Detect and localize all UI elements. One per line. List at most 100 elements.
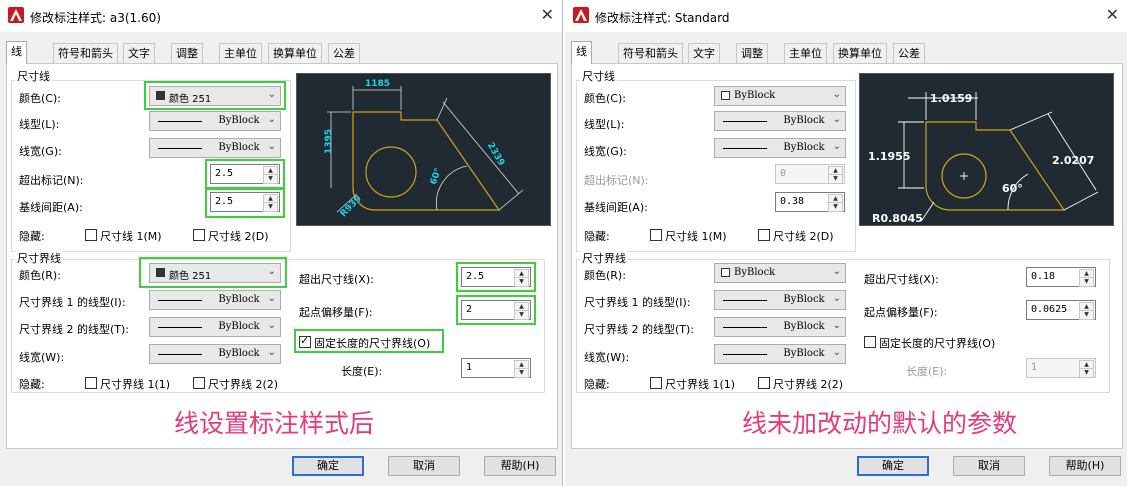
color-swatch xyxy=(721,91,730,100)
fixed-length-value: 1 xyxy=(1031,362,1038,373)
suppress-dim-line-1-checkbox[interactable]: 尺寸线 1(M) xyxy=(650,228,727,244)
chevron-down-icon: ⌄ xyxy=(832,89,841,100)
suppress-ext-line-2-checkbox[interactable]: 尺寸界线 2(2) xyxy=(193,376,278,392)
spin-down-icon[interactable]: ▼ xyxy=(828,174,843,184)
help-button[interactable]: 帮助(H) xyxy=(1049,456,1121,476)
extend-beyond-label: 超出尺寸线(X): xyxy=(864,273,939,286)
tab-symbols-arrows[interactable]: 符号和箭头 xyxy=(618,43,683,63)
dim-linetype-select[interactable]: ByBlock ⌄ xyxy=(714,111,846,131)
ext-linetype-2-select[interactable]: ByBlock ⌄ xyxy=(149,317,281,337)
chevron-down-icon: ⌄ xyxy=(832,347,841,358)
spin-down-icon[interactable]: ▼ xyxy=(1079,310,1094,320)
spin-down-icon[interactable]: ▼ xyxy=(1079,277,1094,287)
suppress-ext-line-1-checkbox[interactable]: 尺寸界线 1(1) xyxy=(85,376,170,392)
dim-lineweight-select[interactable]: ByBlock ⌄ xyxy=(714,138,846,158)
color-swatch xyxy=(156,91,165,100)
ext-color-label: 颜色(R): xyxy=(19,269,61,282)
tab-symbols-arrows[interactable]: 符号和箭头 xyxy=(53,43,118,63)
ext-lineweight-label: 线宽(W): xyxy=(584,351,630,364)
fixed-length-label: 长度(E): xyxy=(341,365,383,378)
spin-down-icon[interactable]: ▼ xyxy=(263,174,278,184)
extend-beyond-input[interactable]: 2.5 ▲ ▼ xyxy=(461,267,531,287)
color-swatch xyxy=(156,268,165,277)
spin-down-icon[interactable]: ▼ xyxy=(514,368,529,378)
close-icon[interactable]: ✕ xyxy=(1106,5,1119,24)
ok-button[interactable]: 确定 xyxy=(857,456,929,476)
line-sample xyxy=(158,327,202,328)
suppress-dim-line-1-checkbox[interactable]: 尺寸线 1(M) xyxy=(85,228,162,244)
origin-offset-input[interactable]: 2 ▲ ▼ xyxy=(461,300,531,320)
dim-color-select[interactable]: 颜色 251 ⌄ xyxy=(149,86,281,106)
tab-fit[interactable]: 调整 xyxy=(736,43,768,63)
spin-down-icon[interactable]: ▼ xyxy=(514,310,529,320)
ext-line-group-title: 尺寸界线 xyxy=(15,250,63,266)
dim-lineweight-label: 线宽(G): xyxy=(19,145,62,158)
preview-dim-right: 2.0207 xyxy=(1052,154,1094,167)
origin-offset-input[interactable]: 0.0625 ▲ ▼ xyxy=(1026,300,1096,320)
ext-linetype-1-select[interactable]: ByBlock ⌄ xyxy=(714,290,846,310)
title-bar: 修改标注样式: a3(1.60) ✕ xyxy=(0,0,562,32)
cancel-button[interactable]: 取消 xyxy=(388,456,460,476)
color-swatch xyxy=(721,268,730,277)
ext-lineweight-value: ByBlock xyxy=(218,348,260,359)
fixed-length-input[interactable]: 1 ▲ ▼ xyxy=(1026,358,1096,378)
spin-down-icon[interactable]: ▼ xyxy=(263,202,278,212)
tab-alternate-units[interactable]: 换算单位 xyxy=(268,43,322,63)
fixed-length-input[interactable]: 1 ▲ ▼ xyxy=(461,358,531,378)
help-button[interactable]: 帮助(H) xyxy=(484,456,556,476)
tab-primary-units[interactable]: 主单位 xyxy=(219,43,262,63)
chevron-down-icon: ⌄ xyxy=(832,320,841,331)
baseline-spacing-input[interactable]: 2.5 ▲ ▼ xyxy=(210,192,280,212)
extend-beyond-input[interactable]: 0.18 ▲ ▼ xyxy=(1026,267,1096,287)
tab-primary-units[interactable]: 主单位 xyxy=(784,43,827,63)
ext-linetype-1-value: ByBlock xyxy=(218,294,260,305)
tab-lines[interactable]: 线 xyxy=(571,41,592,64)
fixed-length-ext-checkbox[interactable]: 固定长度的尺寸界线(O) xyxy=(299,334,430,351)
extend-ticks-input[interactable]: 0 ▲ ▼ xyxy=(775,164,845,184)
suppress-dim-line-2-checkbox[interactable]: 尺寸线 2(D) xyxy=(193,228,269,244)
line-sample xyxy=(723,121,767,122)
ext-linetype-1-select[interactable]: ByBlock ⌄ xyxy=(149,290,281,310)
ext-lineweight-select[interactable]: ByBlock ⌄ xyxy=(149,344,281,364)
line-sample xyxy=(723,327,767,328)
spin-down-icon[interactable]: ▼ xyxy=(514,277,529,287)
suppress-ext-line-2-checkbox[interactable]: 尺寸界线 2(2) xyxy=(758,376,843,392)
fixed-length-ext-checkbox[interactable]: 固定长度的尺寸界线(O) xyxy=(864,335,995,351)
tab-tolerances[interactable]: 公差 xyxy=(328,43,360,63)
ext-lineweight-select[interactable]: ByBlock ⌄ xyxy=(714,344,846,364)
dim-linetype-label: 线型(L): xyxy=(19,118,60,131)
title-bar: 修改标注样式: Standard ✕ xyxy=(565,0,1127,32)
close-icon[interactable]: ✕ xyxy=(541,5,554,24)
chevron-down-icon: ⌄ xyxy=(832,114,841,125)
baseline-spacing-input[interactable]: 0.38 ▲ ▼ xyxy=(775,192,845,212)
dim-suppress-label: 隐藏: xyxy=(584,230,610,243)
suppress-ext-line-1-checkbox[interactable]: 尺寸界线 1(1) xyxy=(650,376,735,392)
spin-down-icon[interactable]: ▼ xyxy=(828,202,843,212)
extend-ticks-label: 超出标记(N): xyxy=(19,174,84,187)
dim-lineweight-value: ByBlock xyxy=(218,142,260,153)
spin-down-icon[interactable]: ▼ xyxy=(1079,368,1094,378)
extend-ticks-input[interactable]: 2.5 ▲ ▼ xyxy=(210,164,280,184)
ext-color-select[interactable]: ByBlock ⌄ xyxy=(714,263,846,283)
ext-linetype-2-select[interactable]: ByBlock ⌄ xyxy=(714,317,846,337)
tab-text[interactable]: 文字 xyxy=(123,43,155,63)
tab-text[interactable]: 文字 xyxy=(688,43,720,63)
tab-alternate-units[interactable]: 换算单位 xyxy=(833,43,887,63)
dim-lineweight-label: 线宽(G): xyxy=(584,145,627,158)
tab-lines[interactable]: 线 xyxy=(6,41,27,64)
dim-linetype-select[interactable]: ByBlock ⌄ xyxy=(149,111,281,131)
line-sample xyxy=(158,121,202,122)
chevron-down-icon: ⌄ xyxy=(267,347,276,358)
dim-lineweight-select[interactable]: ByBlock ⌄ xyxy=(149,138,281,158)
dim-color-select[interactable]: ByBlock ⌄ xyxy=(714,86,846,106)
tab-tolerances[interactable]: 公差 xyxy=(893,43,925,63)
cancel-button[interactable]: 取消 xyxy=(953,456,1025,476)
ok-button[interactable]: 确定 xyxy=(292,456,364,476)
ext-color-select[interactable]: 颜色 251 ⌄ xyxy=(149,263,281,283)
preview-dim-top: 1185 xyxy=(365,79,390,89)
suppress-dim-line-2-checkbox[interactable]: 尺寸线 2(D) xyxy=(758,228,834,244)
extend-beyond-value: 2.5 xyxy=(466,271,485,282)
dim-color-value: 颜色 251 xyxy=(169,94,212,105)
annotation-caption: 线设置标注样式后 xyxy=(174,409,375,438)
tab-fit[interactable]: 调整 xyxy=(171,43,203,63)
